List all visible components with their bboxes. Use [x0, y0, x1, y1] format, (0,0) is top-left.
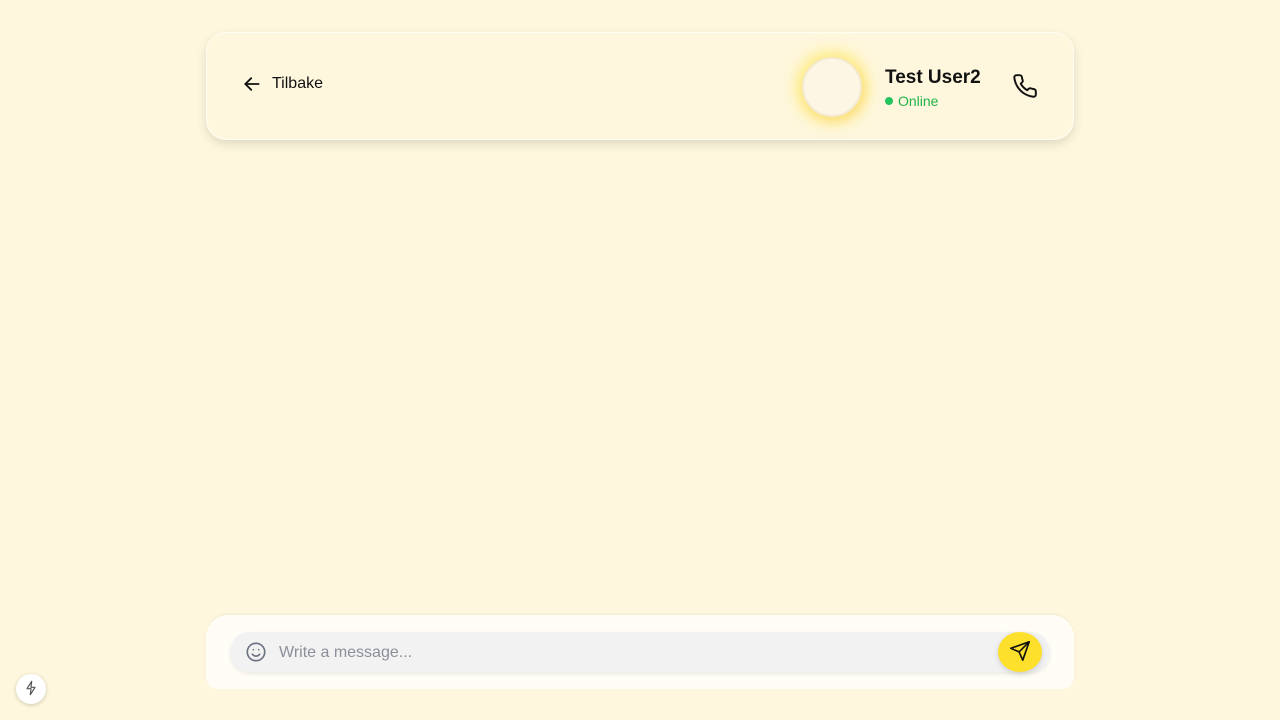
- chat-page: Tilbake Test User2 Online: [0, 0, 1280, 720]
- message-input[interactable]: [277, 638, 981, 668]
- emoji-button[interactable]: [245, 641, 267, 663]
- smiley-icon: [245, 642, 267, 666]
- message-input-container: [230, 632, 1050, 672]
- send-button[interactable]: [998, 632, 1042, 672]
- avatar: [802, 57, 862, 117]
- back-button-label: Tilbake: [272, 75, 323, 92]
- status-badge: Online: [885, 92, 981, 110]
- phone-icon: [1012, 74, 1038, 102]
- back-button[interactable]: Tilbake: [242, 74, 323, 94]
- contact-info: Test User2 Online: [885, 66, 981, 110]
- lightning-icon: [23, 680, 39, 699]
- status-label: Online: [898, 93, 939, 109]
- status-dot: [885, 97, 893, 105]
- arrow-left-icon: [242, 74, 262, 94]
- message-composer: [206, 615, 1074, 689]
- devtools-button[interactable]: [16, 674, 46, 704]
- call-button[interactable]: [1012, 73, 1038, 99]
- send-icon: [1009, 640, 1031, 665]
- chat-header: Tilbake Test User2 Online: [206, 32, 1074, 140]
- contact-name: Test User2: [885, 67, 981, 88]
